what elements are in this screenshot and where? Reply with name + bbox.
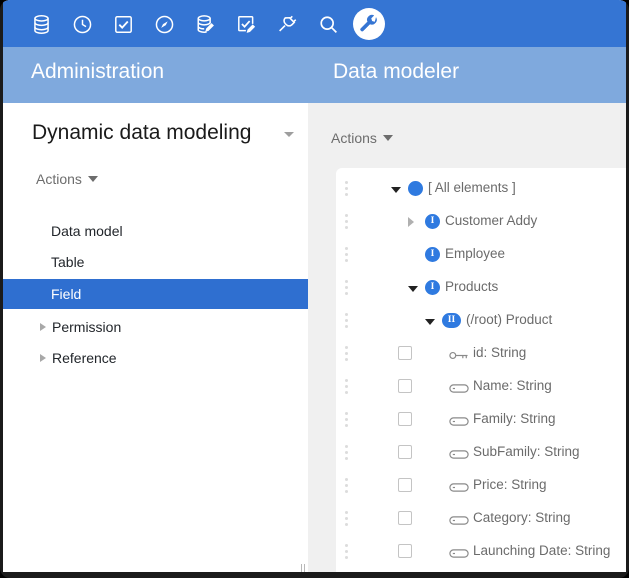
tree-row-label: Name: String xyxy=(473,378,552,393)
checkbox-edit-icon[interactable] xyxy=(230,8,262,40)
tree-row[interactable]: Category: String xyxy=(336,502,626,535)
plug-icon[interactable] xyxy=(271,8,303,40)
tree-row-label: SubFamily: String xyxy=(473,444,580,459)
chevron-right-icon[interactable] xyxy=(40,354,46,362)
tree-row[interactable]: Name: String xyxy=(336,370,626,403)
row-checkbox[interactable] xyxy=(398,346,412,360)
text-field-icon xyxy=(449,514,469,524)
administration-header: Administration xyxy=(3,47,319,103)
tree-row[interactable]: Family: String xyxy=(336,403,626,436)
app-frame: Administration Data modeler Dynamic data… xyxy=(0,0,629,578)
clock-icon[interactable] xyxy=(66,8,98,40)
row-checkbox[interactable] xyxy=(398,511,412,525)
right-actions-label: Actions xyxy=(331,130,377,146)
tree-row[interactable]: I Customer Addy xyxy=(336,205,626,238)
tree-row[interactable]: Price: String xyxy=(336,469,626,502)
text-field-icon xyxy=(449,382,469,392)
top-toolbar xyxy=(3,0,626,47)
tree-row-label: Family: String xyxy=(473,411,556,426)
sidebar-item-permission[interactable]: Permission xyxy=(3,312,308,342)
tree-row-label: [ All elements ] xyxy=(428,180,516,195)
row-checkbox[interactable] xyxy=(398,379,412,393)
key-field-icon xyxy=(449,349,469,359)
tree-row-label: Price: String xyxy=(473,477,547,492)
tree-row-label: Products xyxy=(445,279,498,294)
panel-splitter[interactable] xyxy=(300,564,307,572)
chevron-right-icon[interactable] xyxy=(40,323,46,331)
node-table-i-icon: I xyxy=(425,280,440,295)
tree-row-label: Customer Addy xyxy=(445,213,537,228)
node-table-i-icon: I xyxy=(425,214,440,229)
app-window: Administration Data modeler Dynamic data… xyxy=(3,0,626,572)
tree-row[interactable]: II (/root) Product xyxy=(336,304,626,337)
right-panel: Actions [ All elements ]ICustomer AddyIE… xyxy=(308,103,626,572)
data-modeler-header: Data modeler xyxy=(319,47,626,103)
sidebar-item-field[interactable]: Field xyxy=(3,279,308,309)
sidebar-item-label: Data model xyxy=(51,223,123,239)
node-root-dot-icon xyxy=(408,181,423,196)
tree-row[interactable]: id: String xyxy=(336,337,626,370)
tree-row[interactable]: I Products xyxy=(336,271,626,304)
search-icon[interactable] xyxy=(312,8,344,40)
tree-row-label: Category: String xyxy=(473,510,571,525)
sidebar-item-label: Permission xyxy=(52,319,121,335)
checkbox-task-icon[interactable] xyxy=(107,8,139,40)
sidebar-item-label: Field xyxy=(51,286,81,302)
drag-handle-icon[interactable] xyxy=(345,313,349,329)
row-checkbox[interactable] xyxy=(398,544,412,558)
database-edit-icon[interactable] xyxy=(189,8,221,40)
data-modeler-title: Data modeler xyxy=(333,60,459,84)
drag-handle-icon[interactable] xyxy=(345,544,349,560)
row-checkbox[interactable] xyxy=(398,445,412,459)
page-title: Dynamic data modeling xyxy=(32,121,251,145)
right-actions-menu[interactable]: Actions xyxy=(331,130,393,146)
sidebar-item-data-model[interactable]: Data model xyxy=(3,216,308,246)
drag-handle-icon[interactable] xyxy=(345,511,349,527)
tree-row[interactable]: SubFamily: String xyxy=(336,436,626,469)
text-field-icon xyxy=(449,547,469,557)
node-table-i-icon: I xyxy=(425,247,440,262)
caret-down-icon xyxy=(383,135,393,141)
caret-down-icon xyxy=(88,176,98,182)
drag-handle-icon[interactable] xyxy=(345,346,349,362)
text-field-icon xyxy=(449,481,469,491)
node-table-ii-icon: II xyxy=(442,313,461,328)
tree-row-label: id: String xyxy=(473,345,526,360)
drag-handle-icon[interactable] xyxy=(345,214,349,230)
element-tree: [ All elements ]ICustomer AddyIEmployeeI… xyxy=(336,168,626,572)
sidebar-item-label: Table xyxy=(51,254,84,270)
drag-handle-icon[interactable] xyxy=(345,379,349,395)
gauge-icon[interactable] xyxy=(148,8,180,40)
tree-row-label: Launching Date: String xyxy=(473,543,610,558)
left-actions-menu[interactable]: Actions xyxy=(36,171,98,187)
drag-handle-icon[interactable] xyxy=(345,412,349,428)
caret-right-icon[interactable] xyxy=(408,217,414,227)
row-checkbox[interactable] xyxy=(398,412,412,426)
tree-row-label: Employee xyxy=(445,246,505,261)
tree-row[interactable]: I Employee xyxy=(336,238,626,271)
drag-handle-icon[interactable] xyxy=(345,247,349,263)
drag-handle-icon[interactable] xyxy=(345,181,349,197)
database-icon[interactable] xyxy=(25,8,57,40)
chevron-down-icon[interactable] xyxy=(284,132,294,137)
caret-down-icon[interactable] xyxy=(408,286,418,292)
sidebar-item-table[interactable]: Table xyxy=(3,247,308,277)
tree-row-label: (/root) Product xyxy=(466,312,552,327)
administration-title: Administration xyxy=(31,60,164,84)
drag-handle-icon[interactable] xyxy=(345,478,349,494)
text-field-icon xyxy=(449,415,469,425)
sidebar-item-reference[interactable]: Reference xyxy=(3,343,308,373)
tree-row[interactable]: Launching Date: String xyxy=(336,535,626,568)
caret-down-icon[interactable] xyxy=(425,319,435,325)
text-field-icon xyxy=(449,448,469,458)
drag-handle-icon[interactable] xyxy=(345,445,349,461)
left-panel: Dynamic data modeling Actions Data model… xyxy=(3,103,308,572)
wrench-icon[interactable] xyxy=(353,8,385,40)
left-actions-label: Actions xyxy=(36,171,82,187)
drag-handle-icon[interactable] xyxy=(345,280,349,296)
sidebar-item-label: Reference xyxy=(52,350,117,366)
tree-row[interactable]: [ All elements ] xyxy=(336,172,626,205)
caret-down-icon[interactable] xyxy=(391,187,401,193)
row-checkbox[interactable] xyxy=(398,478,412,492)
